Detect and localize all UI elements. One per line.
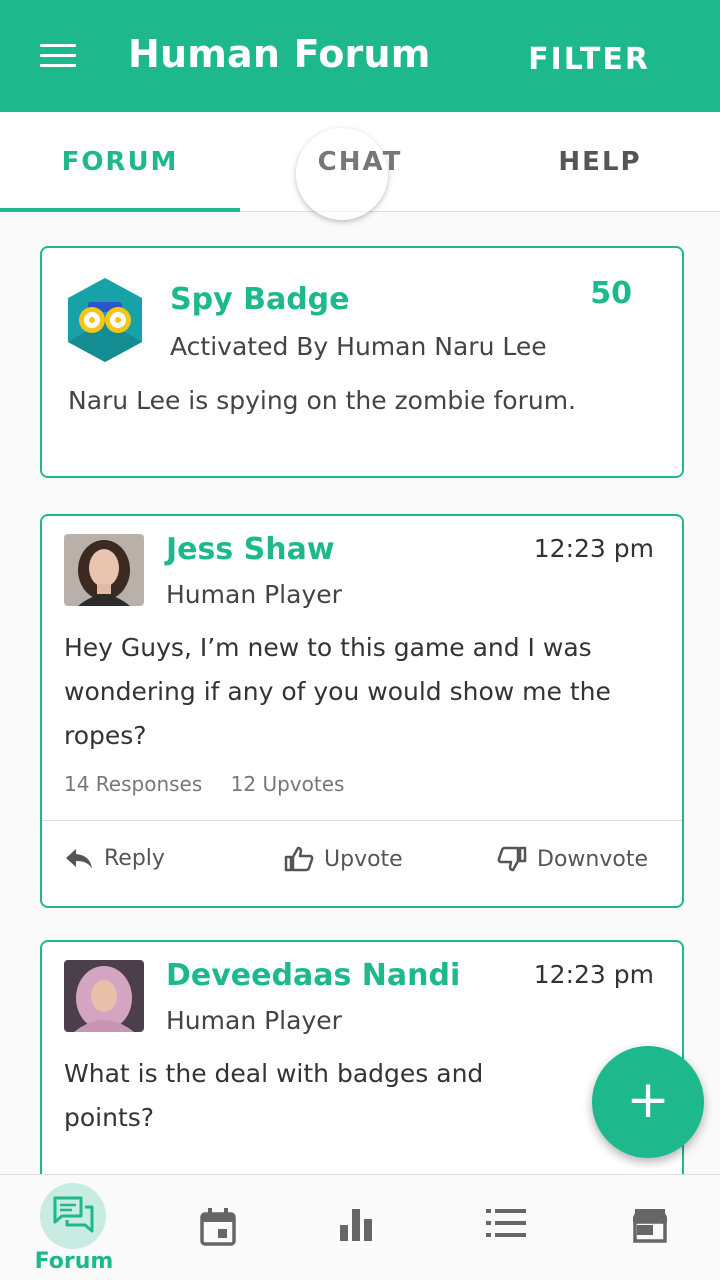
badge-title: Spy Badge: [170, 282, 350, 317]
nav-list[interactable]: [446, 1175, 566, 1280]
thumbs-up-icon: [284, 846, 314, 872]
nav-forum[interactable]: Forum: [14, 1175, 134, 1280]
post-author-name[interactable]: Deveedaas Nandi: [166, 958, 460, 993]
downvote-button[interactable]: Downvote: [497, 846, 648, 872]
post-author-role: Human Player: [166, 1006, 342, 1035]
badge-subtitle: Activated By Human Naru Lee: [170, 332, 547, 361]
binoculars-badge-icon: [68, 278, 142, 362]
badge-description: Naru Lee is spying on the zombie forum.: [68, 386, 576, 415]
post-author-name[interactable]: Jess Shaw: [166, 532, 335, 567]
list-icon: [486, 1209, 526, 1237]
nav-stats[interactable]: [296, 1175, 416, 1280]
nav-forum-label: Forum: [34, 1249, 114, 1274]
divider: [42, 820, 682, 821]
app-bar: Human Forum FILTER: [0, 0, 720, 112]
store-icon: [633, 1209, 667, 1243]
tab-forum[interactable]: FORUM: [0, 112, 240, 212]
tab-chat[interactable]: CHAT: [240, 112, 480, 212]
forum-post[interactable]: Jess Shaw 12:23 pm Human Player Hey Guys…: [40, 514, 684, 908]
post-body: Hey Guys, I’m new to this game and I was…: [64, 633, 611, 750]
downvote-label: Downvote: [537, 846, 648, 872]
upvote-label: Upvote: [324, 846, 403, 872]
forum-icon: [53, 1196, 94, 1233]
post-meta: 14 Responses 12 Upvotes: [64, 772, 366, 796]
post-timestamp: 12:23 pm: [533, 534, 654, 563]
response-count[interactable]: 14 Responses: [64, 772, 202, 796]
tab-help[interactable]: HELP: [480, 112, 720, 212]
forum-post[interactable]: Deveedaas Nandi 12:23 pm Human Player Wh…: [40, 940, 684, 1200]
calendar-icon: [200, 1208, 236, 1246]
tab-bar: FORUM CHAT HELP: [0, 112, 720, 220]
thumbs-down-icon: [497, 846, 527, 872]
bottom-navigation: Forum: [0, 1174, 720, 1280]
filter-button[interactable]: FILTER: [528, 42, 650, 77]
add-post-button[interactable]: +: [592, 1046, 704, 1158]
active-tab-indicator: [0, 208, 240, 212]
reply-label: Reply: [104, 846, 165, 871]
bar-chart-icon: [340, 1209, 372, 1241]
nav-calendar[interactable]: [158, 1175, 278, 1280]
post-timestamp: 12:23 pm: [533, 960, 654, 989]
upvote-button[interactable]: Upvote: [284, 846, 403, 872]
nav-store[interactable]: [590, 1175, 710, 1280]
post-body: What is the deal with badges and points?: [64, 1059, 484, 1132]
avatar: [64, 534, 144, 606]
reply-icon: [66, 848, 92, 869]
upvote-count: 12 Upvotes: [230, 772, 345, 796]
avatar: [64, 960, 144, 1032]
badge-card[interactable]: Spy Badge 50 Activated By Human Naru Lee…: [40, 246, 684, 478]
post-actions: Reply Upvote Downvote: [42, 822, 682, 906]
post-author-role: Human Player: [166, 580, 342, 609]
app-title: Human Forum: [128, 32, 431, 76]
reply-button[interactable]: Reply: [64, 846, 165, 871]
badge-points: 50: [590, 276, 632, 311]
menu-icon[interactable]: [40, 42, 76, 68]
